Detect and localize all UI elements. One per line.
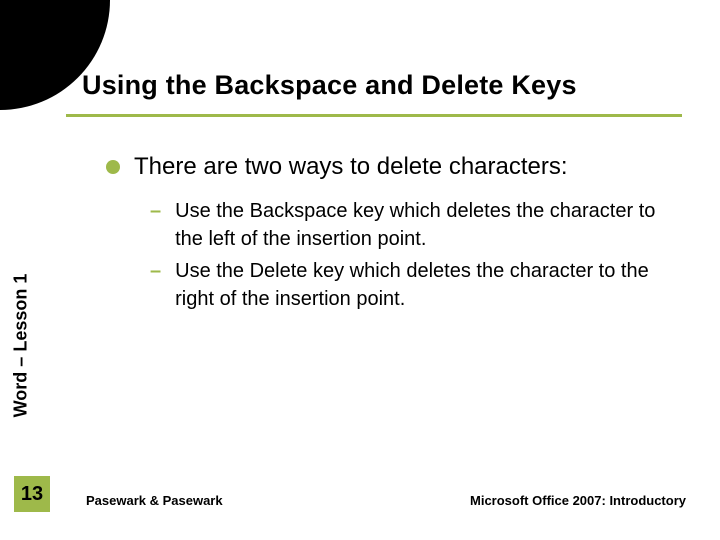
sub-bullet-item: – Use the Backspace key which deletes th… xyxy=(150,197,664,253)
title-underline xyxy=(66,114,682,117)
slide-title: Using the Backspace and Delete Keys xyxy=(82,70,690,101)
dash-icon: – xyxy=(150,197,161,225)
page-number-box: 13 xyxy=(14,476,50,512)
sub-bullet-list: – Use the Backspace key which deletes th… xyxy=(150,197,664,317)
footer-right: Microsoft Office 2007: Introductory xyxy=(470,493,686,508)
page-number: 13 xyxy=(21,483,43,506)
sub-bullet-item: – Use the Delete key which deletes the c… xyxy=(150,257,664,313)
main-bullet-text: There are two ways to delete characters: xyxy=(134,153,568,181)
slide: Using the Backspace and Delete Keys Ther… xyxy=(0,0,720,540)
side-label: Word – Lesson 1 xyxy=(8,240,34,450)
dash-icon: – xyxy=(150,257,161,285)
footer-left: Pasewark & Pasewark xyxy=(86,493,223,508)
bullet-icon xyxy=(106,160,120,174)
main-bullet: There are two ways to delete characters: xyxy=(106,153,680,181)
sub-bullet-text: Use the Backspace key which deletes the … xyxy=(175,197,664,253)
side-label-text: Word – Lesson 1 xyxy=(11,273,32,417)
sub-bullet-text: Use the Delete key which deletes the cha… xyxy=(175,257,664,313)
